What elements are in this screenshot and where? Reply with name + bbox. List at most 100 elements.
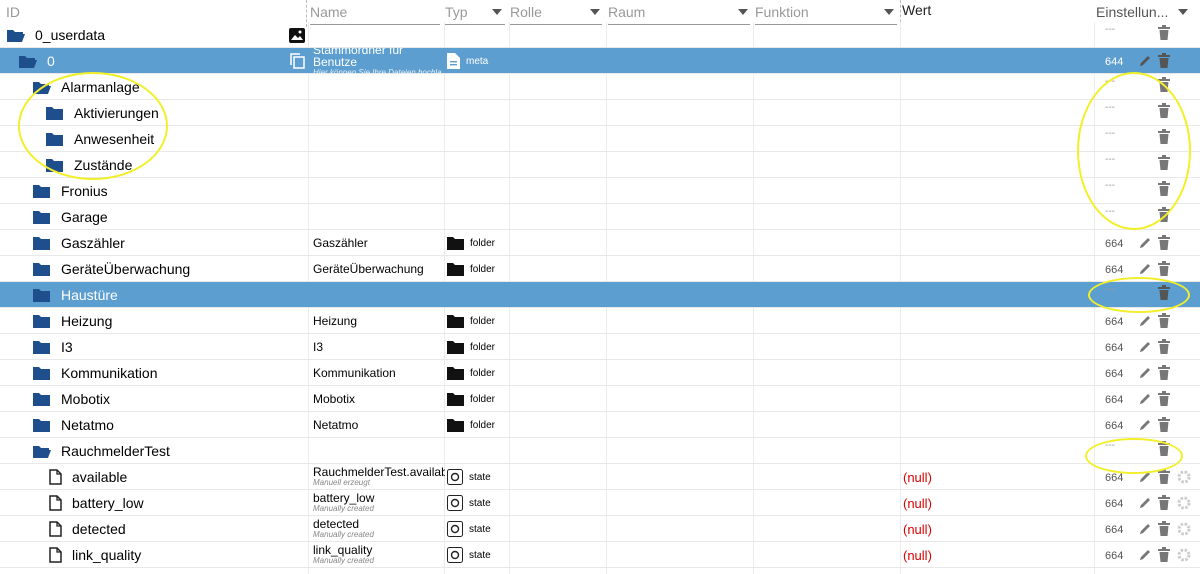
table-row[interactable]: available RauchmelderTest.available Manuel… [0,464,1200,490]
delete-icon[interactable] [1158,441,1170,461]
delete-icon[interactable] [1158,235,1170,255]
table-row[interactable]: Gaszähler Gaszähler folder 664 [0,230,1200,256]
folder-open-icon[interactable] [32,444,61,459]
folder-icon[interactable] [32,366,61,381]
tree-node[interactable]: Kommunikation [32,360,158,386]
tree-node[interactable]: Garage [32,204,108,230]
value-cell[interactable]: (null) [903,516,932,542]
delete-icon[interactable] [1158,25,1170,45]
table-row[interactable]: Kommunikation Kommunikation folder 664 [0,360,1200,386]
tree-node[interactable]: Alarmanlage [32,74,140,100]
delete-icon[interactable] [1158,521,1170,541]
folder-icon[interactable] [32,236,61,251]
tree-node[interactable]: Zustände [45,152,132,178]
tree-node[interactable]: link_quality [45,542,141,568]
folder-open-icon[interactable] [32,80,61,95]
value-cell[interactable]: (null) [903,490,932,516]
tree-node[interactable]: Aktivierungen [45,100,159,126]
chevron-down-icon[interactable] [884,9,894,15]
edit-icon[interactable] [1138,470,1152,489]
copy-icon[interactable] [290,53,305,74]
table-row[interactable]: Haustüre --- [0,282,1200,308]
table-row[interactable]: Mobotix Mobotix folder 664 [0,386,1200,412]
name-cell[interactable]: detected Manually created [313,516,445,542]
edit-icon[interactable] [1138,54,1152,73]
chevron-down-icon[interactable] [738,9,748,15]
tree-node[interactable]: 0_userdata [6,22,105,48]
table-row[interactable]: Alarmanlage --- [0,74,1200,100]
tree-node[interactable]: Heizung [32,308,112,334]
table-row[interactable]: Anwesenheit --- [0,126,1200,152]
delete-icon[interactable] [1158,77,1170,97]
edit-icon[interactable] [1138,418,1152,437]
gear-icon[interactable] [1176,469,1192,490]
file-icon[interactable] [45,521,72,537]
tree-node[interactable]: battery_low [45,490,144,516]
delete-icon[interactable] [1158,313,1170,333]
file-icon[interactable] [45,495,72,511]
gear-icon[interactable] [1176,547,1192,568]
folder-icon[interactable] [32,210,61,225]
delete-icon[interactable] [1158,547,1170,567]
table-row[interactable]: link_quality link_quality Manually created… [0,542,1200,568]
delete-icon[interactable] [1158,495,1170,515]
name-cell[interactable]: Gaszähler [313,230,445,256]
value-cell[interactable]: (null) [903,542,932,568]
folder-open-icon[interactable] [18,54,47,69]
folder-icon[interactable] [32,392,61,407]
chevron-down-icon[interactable] [590,9,600,15]
name-cell[interactable]: battery_low Manually created [313,490,445,516]
tree-node[interactable]: Netatmo [32,412,114,438]
tree-node[interactable]: GeräteÜberwachung [32,256,190,282]
delete-icon[interactable] [1158,261,1170,281]
folder-icon[interactable] [32,184,61,199]
table-row[interactable]: RauchmelderTest --- [0,438,1200,464]
table-row[interactable]: Fronius --- [0,178,1200,204]
name-cell[interactable]: Kommunikation [313,360,445,386]
edit-icon[interactable] [1138,548,1152,567]
name-cell[interactable]: RauchmelderTest.available Manuell erzeugt [313,464,445,490]
folder-icon[interactable] [45,132,74,147]
name-cell[interactable]: Heizung [313,308,445,334]
delete-icon[interactable] [1158,339,1170,359]
folder-icon[interactable] [32,262,61,277]
edit-icon[interactable] [1138,392,1152,411]
tree-node[interactable]: RauchmelderTest [32,438,170,464]
name-cell[interactable]: GeräteÜberwachung [313,256,445,282]
folder-icon[interactable] [45,158,74,173]
chevron-down-icon[interactable] [1178,9,1188,15]
name-cell[interactable]: Mobotix [313,386,445,412]
table-row[interactable]: detected detected Manually created state (nu… [0,516,1200,542]
name-cell[interactable]: Netatmo [313,412,445,438]
delete-icon[interactable] [1158,469,1170,489]
gear-icon[interactable] [1176,521,1192,542]
image-icon[interactable] [289,28,305,48]
delete-icon[interactable] [1158,53,1170,73]
folder-icon[interactable] [32,418,61,433]
delete-icon[interactable] [1158,417,1170,437]
edit-icon[interactable] [1138,496,1152,515]
tree-node[interactable]: Mobotix [32,386,110,412]
tree-node[interactable]: available [45,464,127,490]
table-row[interactable]: 0_userdata --- [0,22,1200,48]
tree-node[interactable]: Anwesenheit [45,126,154,152]
delete-icon[interactable] [1158,365,1170,385]
tree-node[interactable]: Haustüre [32,282,118,308]
name-cell[interactable]: I3 [313,334,445,360]
table-row[interactable]: Aktivierungen --- [0,100,1200,126]
delete-icon[interactable] [1158,181,1170,201]
edit-icon[interactable] [1138,236,1152,255]
table-row[interactable]: 0 Stammordner für Benutze Hier können Sie … [0,48,1200,74]
delete-icon[interactable] [1158,129,1170,149]
table-row[interactable]: Zustände --- [0,152,1200,178]
file-icon[interactable] [45,547,72,563]
edit-icon[interactable] [1138,262,1152,281]
delete-icon[interactable] [1158,391,1170,411]
table-row[interactable]: I3 I3 folder 664 [0,334,1200,360]
delete-icon[interactable] [1158,285,1170,305]
delete-icon[interactable] [1158,207,1170,227]
tree-node[interactable]: 0 [18,48,55,74]
delete-icon[interactable] [1158,103,1170,123]
delete-icon[interactable] [1158,155,1170,175]
folder-icon[interactable] [45,106,74,121]
